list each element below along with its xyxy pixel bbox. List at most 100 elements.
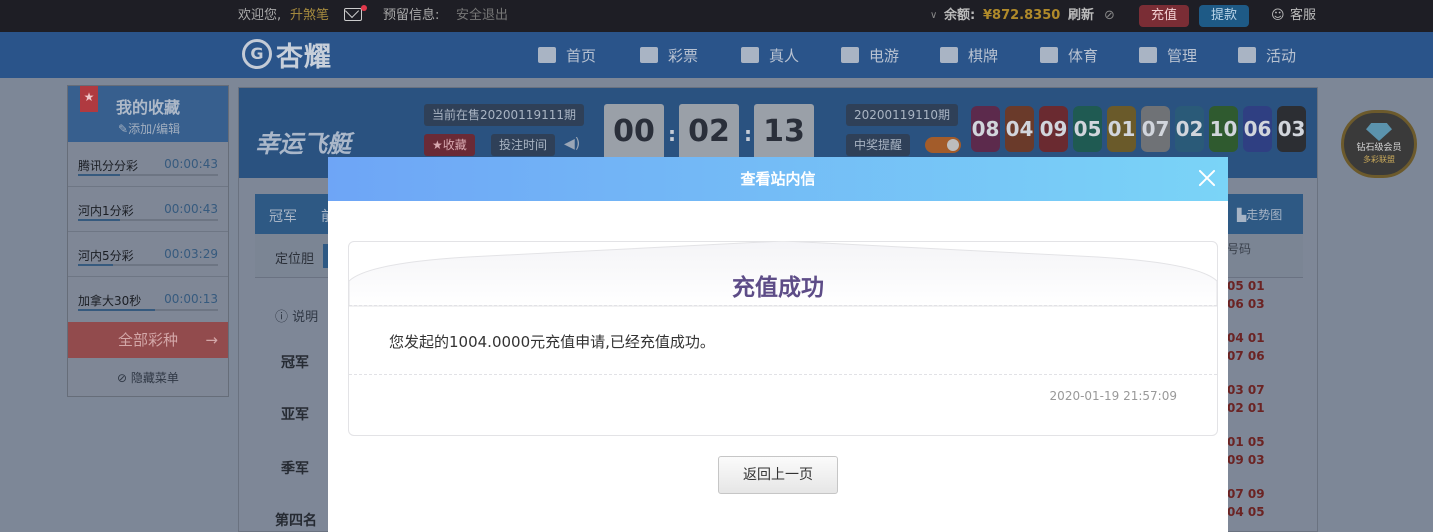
- ticket-icon: [640, 47, 658, 63]
- result-ball: 01: [1107, 106, 1136, 152]
- eye-hidden-icon[interactable]: ⊘: [1104, 8, 1115, 24]
- pencil-icon: ✎: [118, 122, 129, 136]
- message-modal: 查看站内信 充值成功 您发起的1004.0000元充值申请,已经充值成功。 20…: [328, 157, 1228, 532]
- nav-label: 活动: [1266, 46, 1297, 65]
- site-logo[interactable]: G 杏耀: [242, 36, 332, 73]
- explain-link[interactable]: ⓘ 说明: [275, 306, 318, 325]
- withdraw-button[interactable]: 提款: [1199, 5, 1250, 27]
- diamond-icon: [1366, 123, 1392, 141]
- nav-sports[interactable]: 体育: [1040, 44, 1098, 66]
- row-label-champion: 冠军: [281, 355, 309, 371]
- nav-lottery[interactable]: 彩票: [640, 44, 698, 66]
- history-column: 号码 05 01 06 03 04 01 07 06 03 07 02 01 01 05 09…: [1221, 234, 1303, 532]
- chat-icon[interactable]: ☺: [1271, 8, 1285, 24]
- result-ball: 04: [1005, 106, 1034, 152]
- favorites-edit-link[interactable]: ✎添加/编辑: [118, 120, 180, 137]
- result-ball: 08: [971, 106, 1000, 152]
- info-icon: ⓘ: [275, 310, 293, 325]
- row-label-second: 亚军: [281, 407, 309, 423]
- mail-icon[interactable]: [344, 8, 362, 21]
- logout-link[interactable]: 安全退出: [456, 8, 508, 24]
- trophy-icon: [1040, 47, 1058, 63]
- favorite-countdown: 00:00:13: [164, 292, 218, 306]
- nav-slots[interactable]: 电游: [841, 44, 899, 66]
- favorite-item[interactable]: 河内5分彩 00:03:29: [68, 232, 228, 277]
- explain-label: 说明: [292, 310, 319, 325]
- history-header: 号码: [1227, 242, 1252, 256]
- history-number: 01 05: [1227, 435, 1265, 449]
- current-period: 当前在售20200119111期: [424, 104, 584, 126]
- bar-chart-icon: ▙: [1237, 208, 1247, 222]
- win-alert-label: 中奖提醒: [846, 134, 911, 156]
- result-ball: 06: [1243, 106, 1272, 152]
- trend-label: 走势图: [1246, 208, 1283, 222]
- nav-label: 彩票: [668, 46, 699, 65]
- nav-label: 首页: [566, 46, 597, 65]
- row-label-third: 季军: [281, 461, 309, 477]
- history-number: 03 07: [1227, 383, 1265, 397]
- trend-chart-link[interactable]: ▙走势图: [1237, 206, 1282, 223]
- favorite-progress: [78, 219, 218, 221]
- all-lotteries-button[interactable]: 全部彩种 →: [68, 322, 228, 358]
- nav-manage[interactable]: 管理: [1139, 44, 1197, 66]
- result-ball: 09: [1039, 106, 1068, 152]
- close-icon[interactable]: [1196, 167, 1218, 189]
- tab-champion[interactable]: 冠军: [269, 206, 297, 226]
- main-nav: [0, 32, 1433, 78]
- balance-label: 余额:: [944, 8, 976, 23]
- customer-service-link[interactable]: 客服: [1290, 8, 1316, 24]
- modal-title: 查看站内信: [740, 170, 816, 188]
- history-number: 06 03: [1227, 297, 1265, 311]
- refresh-link[interactable]: 刷新: [1068, 8, 1094, 24]
- result-ball: 05: [1073, 106, 1102, 152]
- speaker-icon[interactable]: ◀): [564, 136, 580, 152]
- nav-label: 真人: [769, 46, 800, 65]
- nav-activity[interactable]: 活动: [1238, 44, 1296, 66]
- unread-dot-icon: [361, 5, 367, 11]
- countdown-colon: :: [744, 122, 752, 146]
- eye-slash-icon: ⊘: [117, 371, 131, 385]
- slot-machine-icon: [841, 47, 859, 63]
- back-button[interactable]: 返回上一页: [718, 456, 838, 494]
- nav-home[interactable]: 首页: [538, 44, 596, 66]
- win-alert-toggle[interactable]: [925, 137, 961, 153]
- collect-label: 收藏: [442, 138, 467, 152]
- favorite-name: 河内5分彩: [78, 249, 134, 263]
- cards-icon: [940, 47, 958, 63]
- reserved-info-label: 预留信息:: [383, 8, 440, 23]
- favorite-item[interactable]: 加拿大30秒 00:00:13: [68, 277, 228, 322]
- favorites-title: 我的收藏: [116, 98, 181, 117]
- message-body: 您发起的1004.0000元充值申请,已经充值成功。: [389, 333, 715, 351]
- countdown-seconds: 13: [754, 104, 814, 160]
- sub-tab-position[interactable]: 定位胆: [275, 248, 314, 267]
- nav-cards[interactable]: 棋牌: [940, 44, 998, 66]
- collect-button[interactable]: ★收藏: [424, 134, 475, 156]
- nav-live[interactable]: 真人: [741, 44, 799, 66]
- divider: [349, 374, 1217, 375]
- favorite-progress: [78, 309, 218, 311]
- hide-menu-button[interactable]: ⊘ 隐藏菜单: [68, 366, 228, 390]
- vip-org: 多彩联盟: [1363, 155, 1395, 164]
- username[interactable]: 升煞笔: [290, 8, 329, 24]
- top-bar: 欢迎您, 升煞笔 预留信息: 安全退出 ∨ 余额: ¥872.8350 刷新 ⊘…: [0, 0, 1433, 32]
- favorites-sidebar: ★ 我的收藏 ✎添加/编辑 腾讯分分彩 00:00:43 河内1分彩 00:00:4…: [67, 85, 229, 397]
- nav-label: 棋牌: [968, 46, 999, 65]
- favorite-item[interactable]: 腾讯分分彩 00:00:43: [68, 142, 228, 187]
- favorites-edit-label: 添加/编辑: [128, 122, 181, 136]
- history-number: 05 01: [1227, 279, 1265, 293]
- balance-value: ¥872.8350: [983, 8, 1061, 23]
- nav-label: 体育: [1068, 46, 1099, 65]
- bet-time-button[interactable]: 投注时间: [491, 134, 556, 156]
- arrow-right-icon: →: [205, 331, 218, 349]
- recharge-button[interactable]: 充值: [1139, 5, 1190, 27]
- result-ball: 07: [1141, 106, 1170, 152]
- favorite-progress: [78, 264, 218, 266]
- welcome-text: 欢迎您,: [238, 8, 282, 23]
- favorite-item[interactable]: 河内1分彩 00:00:43: [68, 187, 228, 232]
- result-ball: 10: [1209, 106, 1238, 152]
- favorite-name: 腾讯分分彩: [78, 159, 139, 173]
- result-ball: 03: [1277, 106, 1306, 152]
- nav-label: 电游: [869, 46, 900, 65]
- star-icon: ★: [432, 138, 443, 152]
- chevron-down-icon[interactable]: ∨: [930, 8, 937, 24]
